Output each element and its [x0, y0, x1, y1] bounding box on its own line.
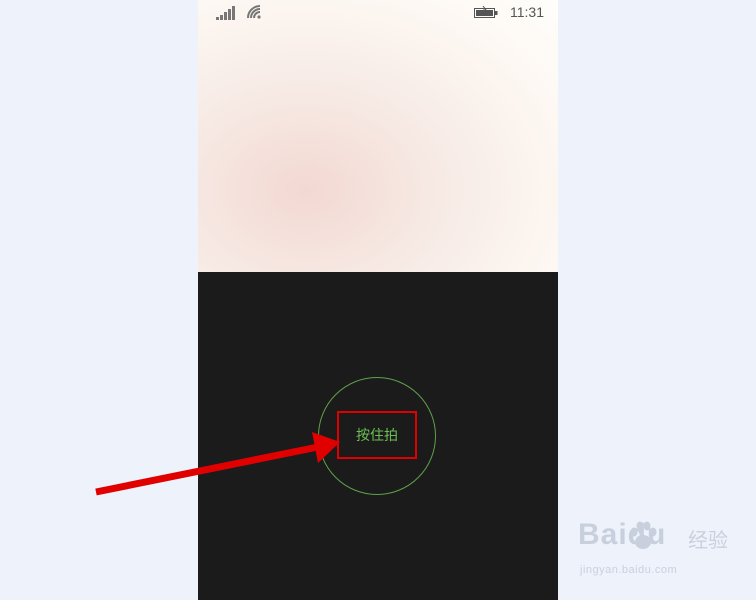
camera-viewfinder: 11:31	[198, 0, 558, 272]
status-clock: 11:31	[510, 4, 544, 20]
camera-control-area: 按住拍	[198, 272, 558, 600]
wifi-icon	[247, 5, 261, 19]
status-bar: 11:31	[198, 0, 558, 26]
phone-screen: 11:31 按住拍	[198, 0, 558, 600]
annotation-highlight-box: 按住拍	[337, 411, 417, 459]
watermark-product: 经验	[688, 528, 728, 552]
shutter-label[interactable]: 按住拍	[356, 425, 398, 445]
baidu-jingyan-watermark: Baidu 经验 jingyan.baidu.com	[578, 518, 748, 588]
battery-icon	[474, 6, 498, 18]
paw-icon	[630, 521, 657, 549]
signal-icon	[216, 6, 235, 20]
watermark-url: jingyan.baidu.com	[580, 564, 678, 576]
